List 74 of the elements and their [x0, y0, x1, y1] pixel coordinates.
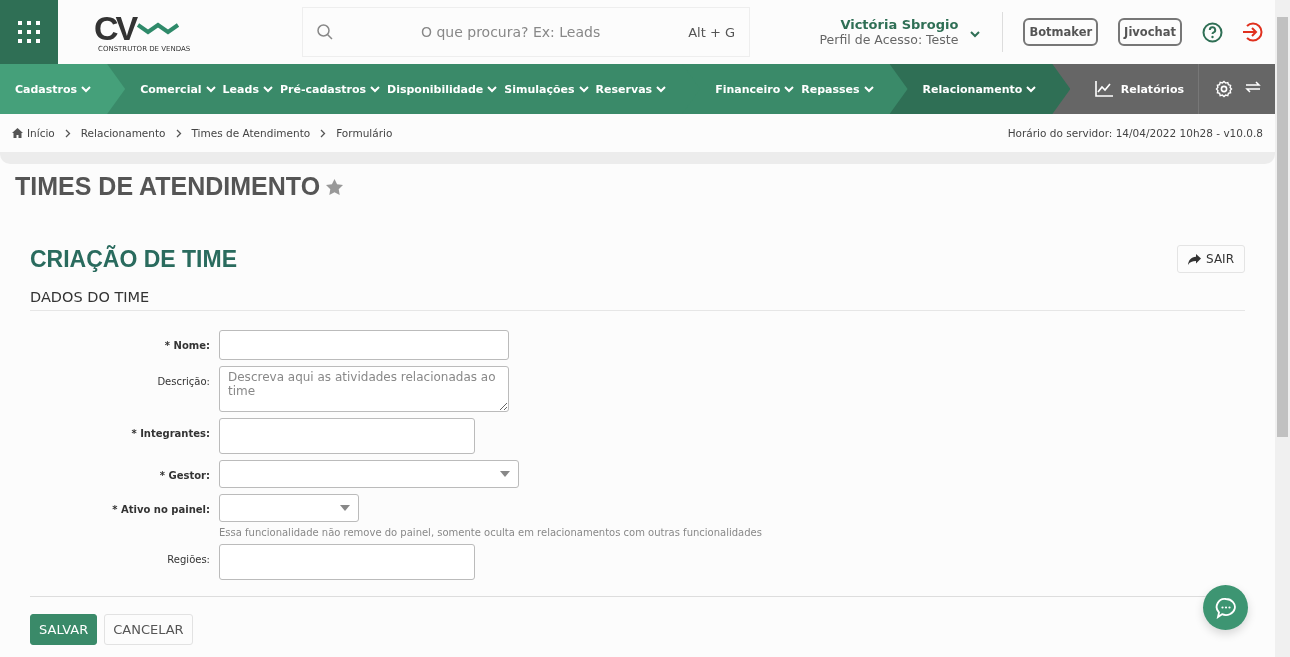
chevron-down-icon — [487, 85, 498, 93]
form-title: CRIAÇÃO DE TIME — [30, 245, 237, 273]
section-title: DADOS DO TIME — [30, 273, 1245, 311]
nav-menu-item[interactable]: Leads — [222, 82, 273, 96]
search-icon — [317, 24, 333, 40]
chat-button[interactable]: Botmaker — [1023, 18, 1099, 46]
help-icon[interactable] — [1202, 21, 1223, 43]
chevron-down-icon — [1026, 85, 1037, 93]
user-profile: Perfil de Acesso: Teste — [819, 32, 959, 47]
chevron-down-icon — [578, 85, 589, 93]
exit-button[interactable]: SAIR — [1177, 245, 1245, 273]
field-label: Descrição: — [156, 375, 210, 387]
select-dropdown[interactable] — [219, 494, 359, 522]
field-label: * Gestor: — [158, 469, 210, 481]
text-input[interactable] — [219, 544, 475, 580]
select-dropdown[interactable] — [219, 460, 519, 488]
chevron-down-icon — [863, 85, 874, 93]
breadcrumb-link[interactable]: Times de Atendimento — [191, 127, 311, 139]
chevron-down-icon — [205, 85, 216, 93]
logo-wave-icon — [137, 21, 182, 35]
share-arrow-icon — [1188, 253, 1202, 265]
dropdown-caret-icon — [340, 505, 350, 511]
description-textarea[interactable]: Descreva aqui as atividades relacionadas ao time — [219, 366, 509, 412]
search-field[interactable]: O que procura? Ex: Leads Alt + G — [302, 7, 750, 57]
settings-icon[interactable] — [1215, 80, 1233, 98]
chevron-right-icon — [64, 128, 71, 138]
chevron-down-icon — [784, 85, 795, 93]
apps-menu-button[interactable] — [0, 0, 58, 64]
chevron-right-icon — [320, 128, 327, 138]
server-time: Horário do servidor: 14/04/2022 10h28 - v10.0.8 — [1007, 127, 1263, 139]
field-hint: Essa funcionalidade não remove do painel, somente oculta em relacionamentos com outras funcionalidades — [219, 527, 763, 538]
nav-menu-item[interactable]: Reservas — [595, 82, 667, 96]
chevron-down-icon — [81, 85, 92, 93]
chevron-down-icon — [370, 85, 381, 93]
page-title: TIMES DE ATENDIMENTO — [15, 172, 321, 201]
star-icon[interactable] — [326, 178, 344, 195]
home-icon — [12, 128, 23, 138]
nav-menu-item[interactable]: Simulações — [504, 82, 589, 96]
field-label: * Ativo no painel: — [111, 503, 210, 515]
text-input[interactable] — [219, 418, 475, 454]
reports-link[interactable]: Relatórios — [1120, 82, 1184, 96]
search-input[interactable]: O que procura? Ex: Leads — [343, 23, 679, 41]
nav-menu-item[interactable]: Comercial — [140, 82, 216, 96]
line-chart-icon — [1094, 81, 1113, 97]
nav-menu-item[interactable]: Pré-cadastros — [279, 82, 381, 96]
save-button[interactable]: SALVAR — [30, 614, 98, 645]
text-input[interactable] — [219, 330, 509, 360]
chat-button[interactable]: Jivochat — [1118, 18, 1182, 46]
grid-icon — [17, 20, 41, 44]
field-label: Regiões: — [166, 553, 210, 565]
breadcrumb-link[interactable]: Início — [27, 127, 55, 139]
field-label: * Integrantes: — [130, 427, 210, 439]
swap-arrows-icon[interactable] — [1245, 80, 1261, 94]
nav-menu-item[interactable]: Disponibilidade — [387, 82, 498, 96]
logo-text: CV — [94, 11, 136, 45]
chevron-down-icon — [656, 85, 667, 93]
chevron-down-icon — [970, 30, 981, 38]
shortcut-hint: Alt + G — [688, 24, 735, 40]
chat-button[interactable] — [1203, 585, 1248, 630]
logout-icon[interactable] — [1241, 21, 1263, 43]
nav-menu-item[interactable]: Relacionamento — [922, 82, 1037, 96]
chat-bubble-icon — [1214, 596, 1237, 619]
chevron-down-icon — [262, 85, 273, 93]
dropdown-caret-icon — [500, 471, 510, 477]
nav-menu-item[interactable]: Cadastros — [15, 82, 92, 96]
nav-menu-item[interactable]: Financeiro — [715, 82, 795, 96]
cancel-button[interactable]: CANCELAR — [104, 614, 193, 645]
nav-menu-item[interactable]: Repasses — [801, 82, 874, 96]
breadcrumb-link[interactable]: Formulário — [336, 127, 393, 139]
user-name[interactable]: Victória Sbrogio — [819, 17, 959, 32]
chevron-right-icon — [175, 128, 182, 138]
breadcrumb-link[interactable]: Relacionamento — [80, 127, 166, 139]
field-label: * Nome: — [163, 339, 210, 351]
scrollbar-thumb[interactable] — [1277, 17, 1288, 437]
